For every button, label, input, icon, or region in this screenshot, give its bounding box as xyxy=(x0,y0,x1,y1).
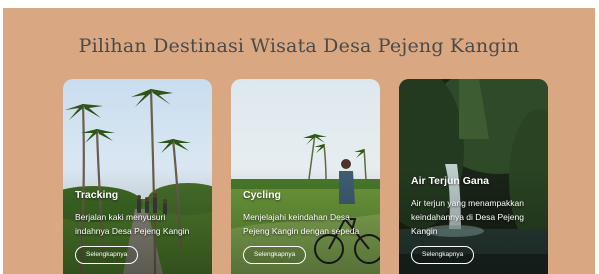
page: Pilihan Destinasi Wisata Desa Pejeng Kan… xyxy=(0,0,599,274)
card-image-overlay xyxy=(63,79,212,274)
card-description: Berjalan kaki menyusuri indahnya Desa Pe… xyxy=(75,212,190,236)
destination-card-tracking[interactable]: Tracking Berjalan kaki menyusuri indahny… xyxy=(63,79,212,274)
section-heading: Pilihan Destinasi Wisata Desa Pejeng Kan… xyxy=(78,35,520,57)
card-description: Air terjun yang menampakkan keindahannya… xyxy=(411,198,524,236)
card-image-overlay xyxy=(231,79,380,274)
card-title: Tracking xyxy=(75,189,119,201)
card-more-button[interactable]: Selengkapnya xyxy=(411,246,475,264)
card-more-button[interactable]: Selengkapnya xyxy=(75,246,139,264)
destination-card-cycling[interactable]: Cycling Menjelajahi keindahan Desa Pejen… xyxy=(231,79,380,274)
destination-card-waterfall[interactable]: Air Terjun Gana Air terjun yang menampak… xyxy=(399,79,548,274)
card-title: Cycling xyxy=(243,189,281,201)
card-description: Menjelajahi keindahan Desa Pejeng Kangin… xyxy=(243,212,360,236)
card-more-button[interactable]: Selengkapnya xyxy=(243,246,307,264)
card-title: Air Terjun Gana xyxy=(411,175,489,187)
